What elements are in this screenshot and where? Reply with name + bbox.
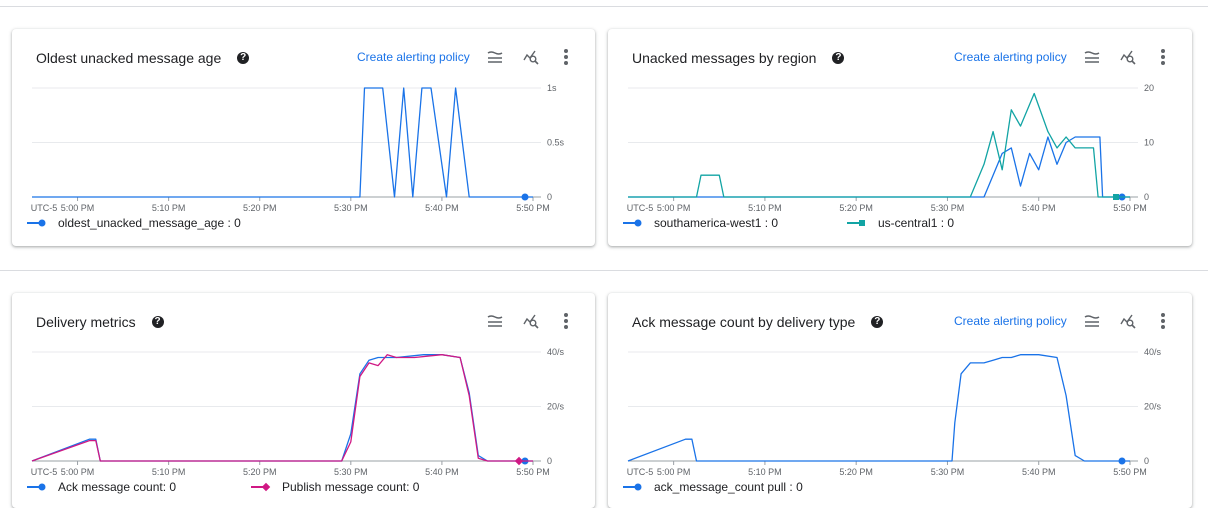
line-chart: 40/s 20/s 0 UTC-5 5:00 PM 5:10 PM 5:20 PM 5:30 … [627, 347, 1162, 477]
legend-marker-icon [27, 483, 46, 491]
legend-label: Ack message count: 0 [58, 480, 177, 494]
legend-item[interactable]: southamerica-west1 : 0 [622, 216, 778, 230]
x-tick-label: 5:30 PM [334, 203, 368, 213]
legend-marker-icon [27, 219, 46, 227]
y-tick-label: 0 [1144, 456, 1149, 466]
x-tick-label: 5:10 PM [748, 203, 782, 213]
legend-label: us-central1 : 0 [878, 216, 955, 230]
x-tick-label: 5:40 PM [1022, 203, 1056, 213]
y-tick-label: 10 [1144, 138, 1154, 148]
x-tick-label: 5:00 PM [657, 467, 691, 477]
y-tick-label: 40/s [547, 347, 565, 357]
x-tick-label: 5:00 PM [61, 203, 95, 213]
top-divider [0, 6, 1208, 7]
legend-label: southamerica-west1 : 0 [654, 216, 779, 230]
series-line [31, 354, 533, 462]
x-tick-label: UTC-5 [627, 467, 654, 477]
x-tick-label: 5:20 PM [243, 467, 277, 477]
series-line [628, 92, 1130, 198]
legend-item[interactable]: Publish message count: 0 [250, 480, 419, 494]
legend-item[interactable]: Ack message count: 0 [26, 480, 176, 494]
y-tick-label: 40/s [1144, 347, 1162, 357]
middle-divider [0, 270, 1208, 271]
line-chart: 40/s 20/s 0 UTC-5 5:00 PM 5:10 PM 5:20 PM 5:30 … [31, 347, 565, 477]
x-tick-label: 5:20 PM [243, 203, 277, 213]
y-tick-label: 0 [1144, 192, 1149, 202]
x-tick-label: 5:40 PM [425, 467, 459, 477]
x-tick-label: 5:20 PM [839, 467, 873, 477]
x-tick-label: 5:40 PM [425, 203, 459, 213]
x-tick-label: 5:50 PM [516, 467, 550, 477]
series-line [627, 354, 1130, 462]
x-tick-label: UTC-5 [31, 467, 58, 477]
chart-panel: Ack message count by delivery type? Creat… [608, 293, 1192, 508]
x-tick-label: 5:10 PM [748, 467, 782, 477]
legend-label: oldest_unacked_message_age : 0 [58, 216, 241, 230]
legend-marker-icon [847, 220, 865, 226]
x-tick-label: UTC-5 [31, 203, 58, 213]
series-line [31, 354, 533, 462]
x-tick-label: 5:30 PM [931, 467, 965, 477]
series-end-marker [1118, 457, 1126, 465]
x-tick-label: 5:40 PM [1022, 467, 1056, 477]
y-tick-label: 1s [547, 83, 557, 93]
x-tick-label: 5:00 PM [61, 467, 95, 477]
y-tick-label: 0 [547, 456, 552, 466]
x-tick-label: 5:00 PM [657, 203, 691, 213]
x-tick-label: UTC-5 [627, 203, 654, 213]
x-tick-label: 5:50 PM [516, 203, 550, 213]
x-tick-label: 5:50 PM [1113, 203, 1147, 213]
y-tick-label: 0.5s [547, 138, 565, 148]
y-tick-label: 0 [547, 192, 552, 202]
y-tick-label: 20/s [547, 402, 565, 412]
legend-label: ack_message_count pull : 0 [654, 480, 803, 494]
legend-marker-icon [251, 482, 271, 492]
y-tick-label: 20/s [1144, 402, 1162, 412]
line-chart: 20 10 0 UTC-5 5:00 PM 5:10 PM 5:20 PM 5:30 PM 5:… [627, 83, 1154, 213]
legend-marker-icon [623, 483, 642, 491]
chart-panel: Delivery metrics? 40/s 20/s 0 UTC-5 5:00 PM 5:… [12, 293, 595, 508]
x-tick-label: 5:30 PM [334, 467, 368, 477]
legend-item[interactable]: oldest_unacked_message_age : 0 [26, 216, 241, 230]
legend-item[interactable]: us-central1 : 0 [846, 216, 954, 230]
line-chart: 1s 0.5s 0 UTC-5 5:00 PM 5:10 PM 5:20 PM 5:30 PM… [31, 83, 565, 213]
x-tick-label: 5:10 PM [152, 203, 186, 213]
y-tick-label: 20 [1144, 83, 1154, 93]
x-tick-label: 5:30 PM [931, 203, 965, 213]
series-line [628, 136, 1130, 198]
series-end-marker [514, 456, 524, 466]
x-tick-label: 5:10 PM [152, 467, 186, 477]
chart-panel: Oldest unacked message age? Create alerti… [12, 29, 595, 246]
x-tick-label: 5:20 PM [839, 203, 873, 213]
legend-label: Publish message count: 0 [282, 480, 420, 494]
series-end-marker [1113, 194, 1119, 200]
x-tick-label: 5:50 PM [1113, 467, 1147, 477]
legend-marker-icon [623, 219, 642, 227]
chart-panel: Unacked messages by region? Create alerti… [608, 29, 1192, 246]
series-end-marker [521, 193, 529, 201]
legend-item[interactable]: ack_message_count pull : 0 [622, 480, 803, 494]
